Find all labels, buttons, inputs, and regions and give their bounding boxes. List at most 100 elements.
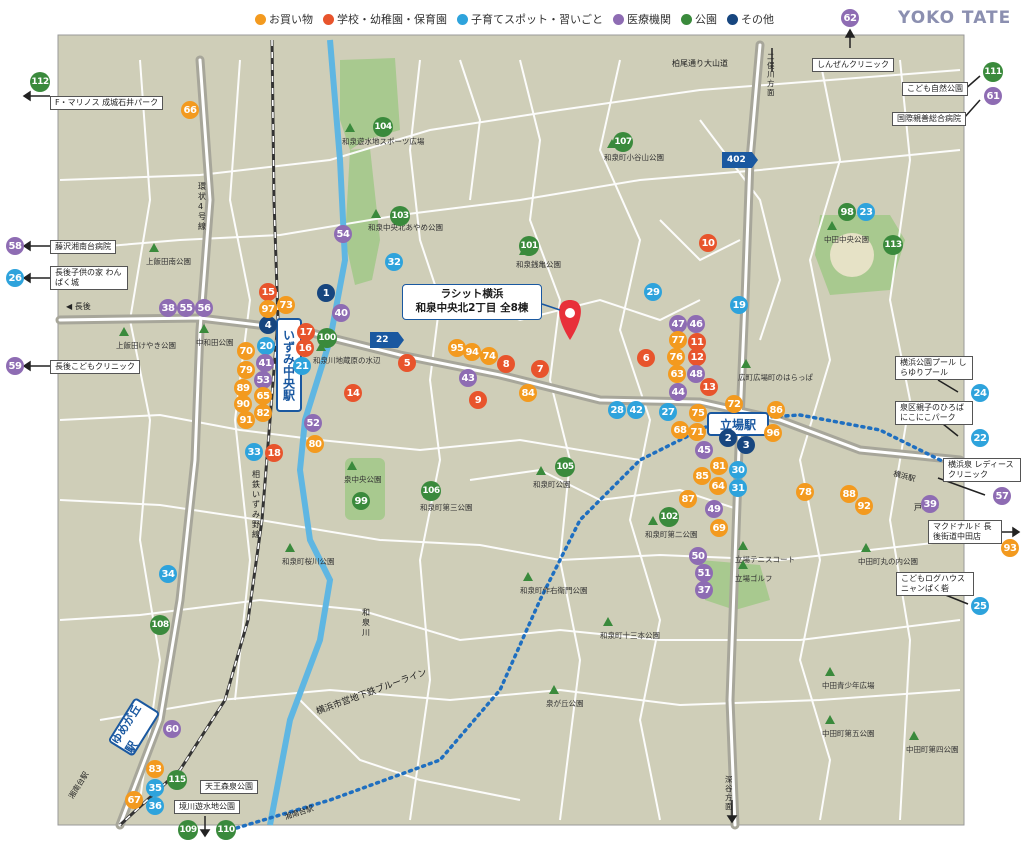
edge-box-93[interactable]: マクドナルド 長後街道中田店 bbox=[928, 520, 1002, 544]
marker-41[interactable]: 41 bbox=[256, 354, 274, 372]
marker-103[interactable]: 103 bbox=[390, 206, 410, 226]
marker-35[interactable]: 35 bbox=[146, 779, 164, 797]
marker-95[interactable]: 95 bbox=[448, 339, 466, 357]
marker-55[interactable]: 55 bbox=[177, 299, 195, 317]
marker-71[interactable]: 71 bbox=[688, 423, 706, 441]
marker-64[interactable]: 64 bbox=[709, 477, 727, 495]
marker-80[interactable]: 80 bbox=[306, 435, 324, 453]
marker-75[interactable]: 75 bbox=[689, 404, 707, 422]
marker-76[interactable]: 76 bbox=[667, 348, 685, 366]
marker-106[interactable]: 106 bbox=[421, 481, 441, 501]
edge-box-110[interactable]: 境川遊水地公園 bbox=[174, 800, 240, 814]
marker-101[interactable]: 101 bbox=[519, 236, 539, 256]
marker-79[interactable]: 79 bbox=[237, 361, 255, 379]
marker-9[interactable]: 9 bbox=[469, 391, 487, 409]
marker-3[interactable]: 3 bbox=[737, 436, 755, 454]
marker-17[interactable]: 17 bbox=[297, 323, 315, 341]
marker-87[interactable]: 87 bbox=[679, 490, 697, 508]
marker-48[interactable]: 48 bbox=[687, 365, 705, 383]
marker-34[interactable]: 34 bbox=[159, 565, 177, 583]
marker-57[interactable]: 57 bbox=[993, 487, 1011, 505]
marker-62[interactable]: 62 bbox=[841, 9, 859, 27]
property-callout[interactable]: ラシット横浜 和泉中央北2丁目 全8棟 bbox=[402, 284, 542, 320]
marker-72[interactable]: 72 bbox=[725, 395, 743, 413]
marker-115[interactable]: 115 bbox=[167, 770, 187, 790]
edge-box-57[interactable]: 横浜泉 レディースクリニック bbox=[943, 458, 1021, 482]
marker-5[interactable]: 5 bbox=[398, 354, 416, 372]
marker-18[interactable]: 18 bbox=[265, 444, 283, 462]
marker-82[interactable]: 82 bbox=[254, 404, 272, 422]
marker-60[interactable]: 60 bbox=[163, 720, 181, 738]
marker-68[interactable]: 68 bbox=[671, 421, 689, 439]
marker-37[interactable]: 37 bbox=[695, 581, 713, 599]
marker-25[interactable]: 25 bbox=[971, 597, 989, 615]
marker-27[interactable]: 27 bbox=[659, 403, 677, 421]
marker-46[interactable]: 46 bbox=[687, 315, 705, 333]
marker-63[interactable]: 63 bbox=[668, 365, 686, 383]
marker-104[interactable]: 104 bbox=[373, 117, 393, 137]
marker-26[interactable]: 26 bbox=[6, 269, 24, 287]
marker-33[interactable]: 33 bbox=[245, 443, 263, 461]
marker-96[interactable]: 96 bbox=[764, 424, 782, 442]
marker-84[interactable]: 84 bbox=[519, 384, 537, 402]
marker-51[interactable]: 51 bbox=[695, 564, 713, 582]
marker-97[interactable]: 97 bbox=[259, 300, 277, 318]
marker-39[interactable]: 39 bbox=[921, 495, 939, 513]
marker-93[interactable]: 93 bbox=[1001, 539, 1019, 557]
marker-107[interactable]: 107 bbox=[613, 132, 633, 152]
edge-box-22[interactable]: 泉区親子のひろば にこにこパーク bbox=[895, 401, 973, 425]
marker-92[interactable]: 92 bbox=[855, 497, 873, 515]
marker-4[interactable]: 4 bbox=[259, 316, 277, 334]
edge-box-26[interactable]: 長後子供の家 わんぱく城 bbox=[50, 266, 128, 290]
edge-box-61[interactable]: 国際親善総合病院 bbox=[892, 112, 966, 126]
marker-100[interactable]: 100 bbox=[317, 328, 337, 348]
marker-24[interactable]: 24 bbox=[971, 384, 989, 402]
marker-61[interactable]: 61 bbox=[984, 87, 1002, 105]
marker-28[interactable]: 28 bbox=[608, 401, 626, 419]
marker-14[interactable]: 14 bbox=[344, 384, 362, 402]
edge-box-58[interactable]: 藤沢湘南台病院 bbox=[50, 240, 116, 254]
marker-56[interactable]: 56 bbox=[195, 299, 213, 317]
marker-50[interactable]: 50 bbox=[689, 547, 707, 565]
marker-108[interactable]: 108 bbox=[150, 615, 170, 635]
marker-78[interactable]: 78 bbox=[796, 483, 814, 501]
marker-16[interactable]: 16 bbox=[296, 339, 314, 357]
marker-2[interactable]: 2 bbox=[719, 429, 737, 447]
marker-1[interactable]: 1 bbox=[317, 284, 335, 302]
edge-box-112[interactable]: F・マリノス 成城石井パーク bbox=[50, 96, 164, 110]
marker-99[interactable]: 99 bbox=[352, 492, 370, 510]
edge-box-59[interactable]: 長後こどもクリニック bbox=[50, 360, 140, 374]
edge-box-25[interactable]: こどもログハウス ニャンぱく砦 bbox=[896, 572, 974, 596]
marker-83[interactable]: 83 bbox=[146, 760, 164, 778]
marker-59[interactable]: 59 bbox=[6, 357, 24, 375]
marker-8[interactable]: 8 bbox=[497, 355, 515, 373]
marker-54[interactable]: 54 bbox=[334, 225, 352, 243]
marker-15[interactable]: 15 bbox=[259, 283, 277, 301]
marker-40[interactable]: 40 bbox=[332, 304, 350, 322]
marker-23[interactable]: 23 bbox=[857, 203, 875, 221]
marker-85[interactable]: 85 bbox=[693, 467, 711, 485]
marker-112[interactable]: 112 bbox=[30, 72, 50, 92]
marker-105[interactable]: 105 bbox=[555, 457, 575, 477]
marker-98[interactable]: 98 bbox=[838, 203, 856, 221]
edge-box-62[interactable]: しんぜんクリニック bbox=[812, 58, 894, 72]
marker-49[interactable]: 49 bbox=[705, 500, 723, 518]
marker-66[interactable]: 66 bbox=[181, 101, 199, 119]
marker-69[interactable]: 69 bbox=[710, 519, 728, 537]
marker-91[interactable]: 91 bbox=[237, 411, 255, 429]
marker-30[interactable]: 30 bbox=[729, 461, 747, 479]
marker-31[interactable]: 31 bbox=[729, 479, 747, 497]
marker-52[interactable]: 52 bbox=[304, 414, 322, 432]
marker-7[interactable]: 7 bbox=[531, 360, 549, 378]
marker-74[interactable]: 74 bbox=[480, 347, 498, 365]
marker-42[interactable]: 42 bbox=[627, 401, 645, 419]
marker-65[interactable]: 65 bbox=[254, 387, 272, 405]
marker-102[interactable]: 102 bbox=[659, 507, 679, 527]
marker-88[interactable]: 88 bbox=[840, 485, 858, 503]
marker-20[interactable]: 20 bbox=[257, 337, 275, 355]
edge-box-111[interactable]: こども自然公園 bbox=[902, 82, 968, 96]
marker-32[interactable]: 32 bbox=[385, 253, 403, 271]
marker-111[interactable]: 111 bbox=[983, 62, 1003, 82]
marker-22[interactable]: 22 bbox=[971, 429, 989, 447]
marker-109[interactable]: 109 bbox=[178, 820, 198, 840]
